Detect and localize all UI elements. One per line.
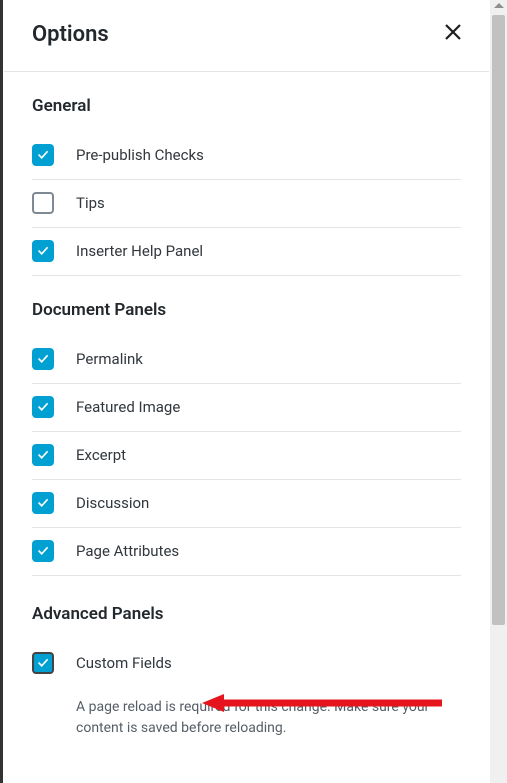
panel-header: Options <box>4 0 489 72</box>
scroll-up-arrow-icon[interactable] <box>494 3 504 8</box>
check-icon: ✓ <box>38 244 49 259</box>
checkbox-featured-image[interactable]: ✓ <box>32 396 54 418</box>
panel-title: Options <box>32 22 109 47</box>
option-row-discussion[interactable]: ✓ Discussion <box>32 480 461 528</box>
option-label: Page Attributes <box>76 542 179 560</box>
checkbox-excerpt[interactable]: ✓ <box>32 444 54 466</box>
check-icon: ✓ <box>38 656 49 671</box>
option-label: Inserter Help Panel <box>76 242 203 260</box>
left-border <box>0 0 3 783</box>
checkbox-tips[interactable] <box>32 192 54 214</box>
option-label: Pre-publish Checks <box>76 146 204 164</box>
option-label: Featured Image <box>76 398 180 416</box>
option-label: Permalink <box>76 350 143 368</box>
checkbox-discussion[interactable]: ✓ <box>32 492 54 514</box>
check-icon: ✓ <box>38 448 49 463</box>
option-label: Excerpt <box>76 446 126 464</box>
section-heading-general: General <box>32 96 461 116</box>
option-row-featured-image[interactable]: ✓ Featured Image <box>32 384 461 432</box>
option-row-tips[interactable]: Tips <box>32 180 461 228</box>
option-row-permalink[interactable]: ✓ Permalink <box>32 336 461 384</box>
document-panels-section: Document Panels ✓ Permalink ✓ Featured I… <box>4 276 489 576</box>
checkbox-inserter-help[interactable]: ✓ <box>32 240 54 262</box>
scrollbar-track[interactable] <box>490 0 507 783</box>
custom-fields-hint: A page reload is required for this chang… <box>76 697 461 739</box>
option-label: Tips <box>76 194 105 212</box>
section-heading-document-panels: Document Panels <box>32 300 461 320</box>
option-row-excerpt[interactable]: ✓ Excerpt <box>32 432 461 480</box>
check-icon: ✓ <box>38 148 49 163</box>
check-icon: ✓ <box>38 544 49 559</box>
options-panel: Options General ✓ Pre-publish Checks Tip… <box>4 0 489 783</box>
option-row-inserter-help[interactable]: ✓ Inserter Help Panel <box>32 228 461 276</box>
option-row-pre-publish-checks[interactable]: ✓ Pre-publish Checks <box>32 132 461 180</box>
option-row-custom-fields[interactable]: ✓ Custom Fields <box>32 640 461 687</box>
checkbox-permalink[interactable]: ✓ <box>32 348 54 370</box>
checkbox-page-attributes[interactable]: ✓ <box>32 540 54 562</box>
checkbox-custom-fields[interactable]: ✓ <box>32 652 54 674</box>
checkbox-pre-publish-checks[interactable]: ✓ <box>32 144 54 166</box>
scrollbar-thumb[interactable] <box>492 15 505 625</box>
check-icon: ✓ <box>38 352 49 367</box>
check-icon: ✓ <box>38 496 49 511</box>
section-heading-advanced-panels: Advanced Panels <box>32 604 461 624</box>
option-label: Custom Fields <box>76 654 172 672</box>
close-button[interactable] <box>441 23 465 47</box>
general-section: General ✓ Pre-publish Checks Tips ✓ Inse… <box>4 72 489 276</box>
close-icon <box>444 22 462 47</box>
advanced-panels-section: Advanced Panels ✓ Custom Fields A page r… <box>4 576 489 739</box>
check-icon: ✓ <box>38 400 49 415</box>
option-row-page-attributes[interactable]: ✓ Page Attributes <box>32 528 461 576</box>
option-label: Discussion <box>76 494 149 512</box>
